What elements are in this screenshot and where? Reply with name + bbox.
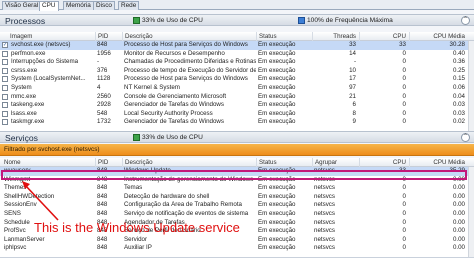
arrow-head: [22, 181, 30, 189]
annotation-text: This is the Windows Update service: [34, 220, 240, 235]
arrow-shaft: [24, 184, 59, 221]
